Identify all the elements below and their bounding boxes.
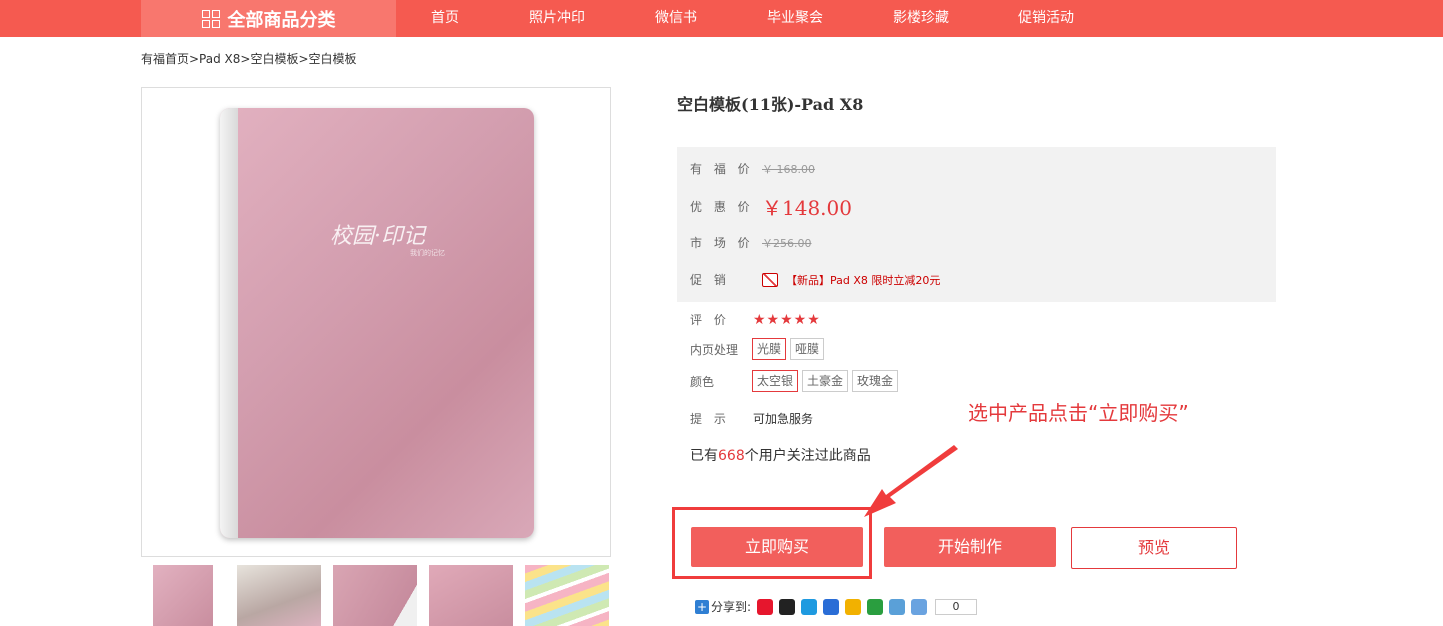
breadcrumb[interactable]: 有福首页>Pad X8>空白模板>空白模板 — [141, 50, 357, 67]
album-spine — [220, 108, 238, 538]
rating-label: 评 价 — [690, 313, 730, 327]
youfu-price-label: 有 福 价 — [690, 162, 754, 176]
all-categories-button[interactable]: 全部商品分类 — [141, 0, 396, 37]
market-price: ￥256.00 — [762, 236, 812, 250]
option-rose-gold[interactable]: 玫瑰金 — [852, 370, 899, 392]
all-categories-label: 全部商品分类 — [227, 9, 336, 31]
promotion-icon — [762, 272, 778, 287]
album-cover-title: 校园·印记 — [330, 224, 425, 249]
followers-prefix: 已有 — [690, 448, 718, 464]
grid-icon — [201, 9, 220, 28]
email-icon[interactable] — [911, 598, 928, 615]
share-count: 0 — [935, 598, 978, 615]
promo-price-label: 优 惠 价 — [690, 200, 754, 214]
option-gold[interactable]: 土豪金 — [802, 370, 849, 392]
kaixin-icon[interactable] — [889, 598, 906, 615]
thumbnail-4[interactable] — [429, 565, 513, 626]
share-label: 分享到: — [711, 600, 752, 614]
market-price-label: 市 场 价 — [690, 236, 754, 250]
followers-info: 已有668个用户关注过此商品 — [690, 445, 871, 465]
highlight-box — [672, 507, 872, 579]
preview-button[interactable]: 预览 — [1071, 527, 1237, 569]
qq-icon[interactable] — [779, 598, 796, 615]
product-title: 空白模板(11张)-Pad X8 — [677, 95, 864, 114]
rating-stars: ★★★★★ — [753, 311, 821, 328]
promotion-label: 促 销 — [690, 273, 730, 287]
nav-item-home[interactable]: 首页 — [405, 0, 485, 37]
product-main-image: 校园·印记 我们的记忆 — [141, 87, 611, 557]
followers-count: 668 — [718, 448, 745, 464]
thumbnail-2[interactable] — [237, 565, 321, 626]
share-bar: + 分享到: 0 — [695, 598, 978, 615]
nav-item-wechat-book[interactable]: 微信书 — [636, 0, 716, 37]
tip-text: 可加急服务 — [753, 412, 814, 426]
page-finish-label: 内页处理 — [690, 342, 739, 357]
tip-label: 提 示 — [690, 412, 730, 426]
nav-item-promotions[interactable]: 促销活动 — [1001, 0, 1091, 37]
nav-item-graduation[interactable]: 毕业聚会 — [750, 0, 840, 37]
thumbnail-strip — [141, 565, 611, 626]
tencent-weibo-icon[interactable] — [801, 598, 818, 615]
weibo-icon[interactable] — [757, 598, 774, 615]
price-box: 有 福 价 ￥ 168.00 优 惠 价 ￥148.00 市 场 价 ￥256.… — [677, 147, 1276, 302]
renren-icon[interactable] — [823, 598, 840, 615]
promotion-text[interactable]: 【新品】Pad X8 限时立减20元 — [786, 272, 940, 288]
qzone-icon[interactable] — [845, 598, 862, 615]
color-label: 颜色 — [690, 374, 715, 389]
thumbnail-3[interactable] — [333, 565, 417, 626]
youfu-price: ￥ 168.00 — [762, 162, 815, 176]
album-cover-subtitle: 我们的记忆 — [410, 249, 445, 257]
option-matte-film[interactable]: 哑膜 — [790, 338, 825, 360]
nav-item-studio[interactable]: 影楼珍藏 — [876, 0, 966, 37]
thumbnail-1[interactable] — [153, 565, 213, 626]
annotation-text: 选中产品点击“立即购买” — [968, 401, 1189, 425]
album-cover: 校园·印记 我们的记忆 — [220, 108, 534, 538]
start-making-button[interactable]: 开始制作 — [884, 527, 1056, 567]
option-glossy-film[interactable]: 光膜 — [752, 338, 787, 360]
plus-icon[interactable]: + — [695, 599, 709, 614]
nav-item-photo-print[interactable]: 照片冲印 — [512, 0, 602, 37]
douban-icon[interactable] — [867, 598, 884, 615]
top-nav: 全部商品分类 首页 照片冲印 微信书 毕业聚会 影楼珍藏 促销活动 — [0, 0, 1443, 37]
option-space-silver[interactable]: 太空银 — [752, 370, 799, 392]
thumbnail-5[interactable] — [525, 565, 609, 626]
promo-price: ￥148.00 — [762, 196, 852, 220]
